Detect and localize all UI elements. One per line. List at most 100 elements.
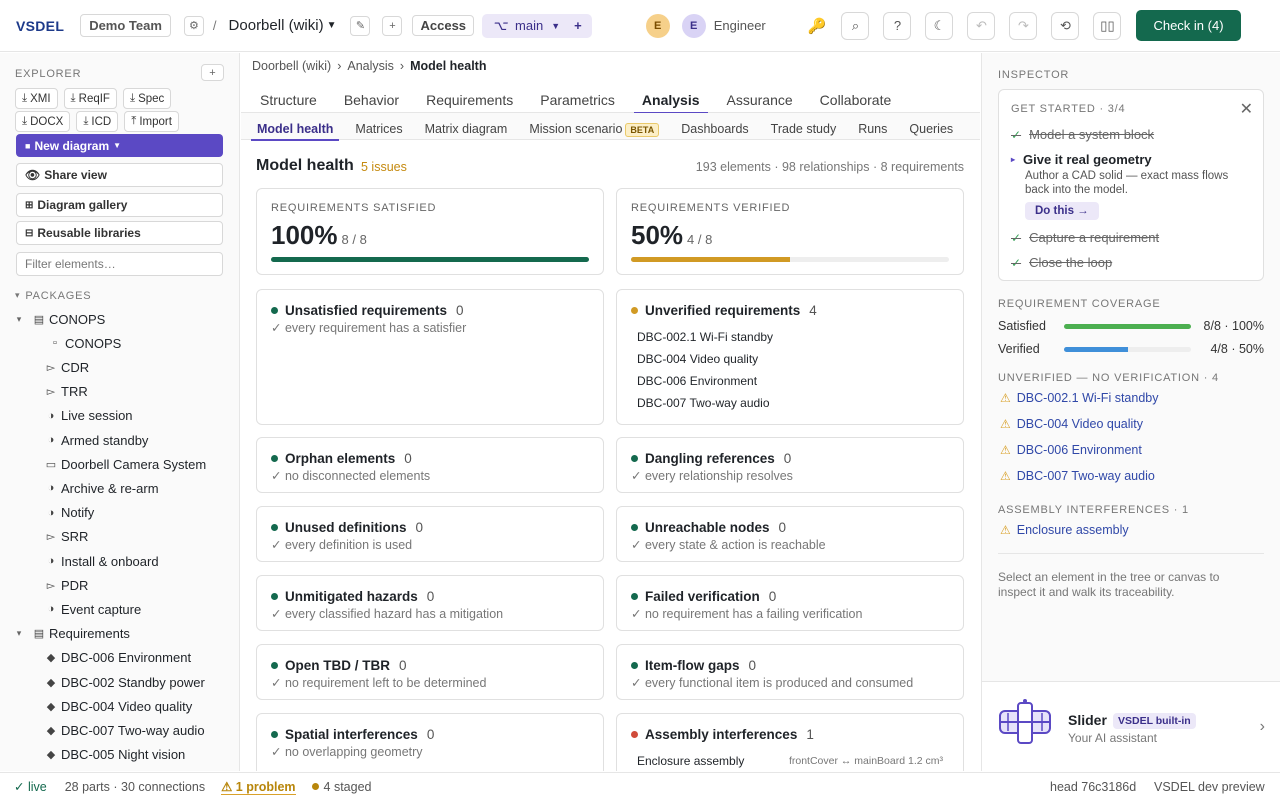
health-check-card[interactable]: Unused definitions 0 ✓ every definition is… bbox=[256, 506, 604, 562]
tree-item[interactable]: ▻ SRR bbox=[44, 527, 89, 547]
do-this-button[interactable]: Do this → bbox=[1025, 202, 1099, 220]
subtab-matrices[interactable]: Matrices bbox=[349, 113, 408, 140]
health-check-card[interactable]: Failed verification 0 ✓ no requirement has… bbox=[616, 575, 964, 631]
project-selector[interactable]: Doorbell (wiki) ▼ bbox=[229, 17, 337, 34]
health-check-card[interactable]: Unsatisfied requirements 0 ✓ every require… bbox=[256, 289, 604, 425]
tree-item[interactable]: ▫ CONOPS bbox=[48, 333, 121, 353]
import-button[interactable]: ⤒ Import bbox=[124, 111, 179, 132]
tree-item[interactable]: ◆ DBC-002 Standby power bbox=[44, 672, 205, 692]
undo-icon[interactable]: ↶ bbox=[967, 11, 996, 40]
unverified-link[interactable]: ⚠ DBC-006 Environment bbox=[1000, 443, 1142, 457]
tab-behavior[interactable]: Behavior bbox=[336, 76, 407, 113]
tab-collaborate[interactable]: Collaborate bbox=[812, 76, 900, 113]
subtab-model-health[interactable]: Model health bbox=[251, 113, 340, 141]
caret-down-icon[interactable]: ▾ bbox=[12, 628, 26, 639]
new-diagram-button[interactable]: ■ New diagram ▼ bbox=[16, 134, 223, 157]
tree-item[interactable]: ◆ DBC-004 Video quality bbox=[44, 696, 193, 716]
interference-link[interactable]: ⚠ Enclosure assembly bbox=[1000, 523, 1129, 537]
interference-item[interactable]: Enclosure assembly bbox=[637, 754, 744, 768]
book-icon[interactable]: ▯▯ bbox=[1093, 11, 1122, 40]
unverified-link[interactable]: ⚠ DBC-004 Video quality bbox=[1000, 417, 1143, 431]
health-check-card[interactable]: Item-flow gaps 0 ✓ every functional item i… bbox=[616, 644, 964, 700]
unverified-link[interactable]: ⚠ DBC-002.1 Wi-Fi standby bbox=[1000, 391, 1158, 405]
health-check-card[interactable]: Dangling references 0 ✓ every relationship… bbox=[616, 437, 964, 493]
list-item[interactable]: DBC-007 Two-way audio bbox=[637, 396, 773, 418]
team-settings-gear-icon[interactable]: ⚙ bbox=[183, 15, 204, 36]
export-reqif-button[interactable]: ⤓ ReqIF bbox=[63, 88, 117, 109]
history-icon[interactable]: ⟲ bbox=[1051, 11, 1080, 40]
list-item[interactable]: DBC-002.1 Wi-Fi standby bbox=[637, 330, 773, 352]
step-item-active[interactable]: ▸ Give it real geometry bbox=[1011, 152, 1152, 167]
tree-item[interactable]: ▭ Doorbell Camera System bbox=[44, 454, 206, 474]
export-icd-button[interactable]: ⤓ ICD bbox=[76, 111, 119, 132]
list-item[interactable]: DBC-006 Environment bbox=[637, 374, 773, 396]
assistant-card[interactable]: Slider VSDEL built-in Your AI assistant … bbox=[982, 681, 1280, 771]
tree-item[interactable]: ◑ Install & onboard bbox=[44, 551, 159, 571]
tree-item[interactable]: ▻ CDR bbox=[44, 357, 89, 377]
step-item[interactable]: ✓ Capture a requirement bbox=[1011, 230, 1159, 245]
export-spec-button[interactable]: ⤓ Spec bbox=[122, 88, 172, 109]
subtab-dashboards[interactable]: Dashboards bbox=[675, 113, 754, 140]
health-check-card[interactable]: Unmitigated hazards 0 ✓ every classified h… bbox=[256, 575, 604, 631]
subtab-mission-scenario[interactable]: Mission scenario BETA bbox=[523, 113, 665, 140]
health-check-card[interactable]: Orphan elements 0 ✓ no disconnected elemen… bbox=[256, 437, 604, 493]
team-selector[interactable]: Demo Team bbox=[80, 14, 171, 37]
health-check-card[interactable]: Assembly interferences 1 Enclosure assembl… bbox=[616, 713, 964, 771]
key-icon[interactable]: 🔑 bbox=[808, 17, 827, 35]
tree-item[interactable]: ◑ Armed standby bbox=[44, 430, 149, 450]
search-icon[interactable]: ⌕ bbox=[841, 11, 870, 40]
filter-elements-input[interactable] bbox=[16, 252, 223, 276]
tab-parametrics[interactable]: Parametrics bbox=[532, 76, 623, 113]
subtab-queries[interactable]: Queries bbox=[903, 113, 959, 140]
redo-icon[interactable]: ↷ bbox=[1009, 11, 1038, 40]
staged-indicator[interactable]: 4 staged bbox=[311, 780, 372, 794]
new-branch-plus-icon[interactable]: + bbox=[574, 18, 582, 33]
breadcrumb-item[interactable]: Analysis bbox=[347, 59, 394, 73]
caret-down-icon[interactable]: ▾ bbox=[12, 314, 26, 325]
tab-assurance[interactable]: Assurance bbox=[719, 76, 801, 113]
tree-item[interactable]: ▾ ▤ Requirements bbox=[12, 624, 130, 644]
export-xmi-button[interactable]: ⤓ XMI bbox=[15, 88, 58, 109]
subtab-matrix-diagram[interactable]: Matrix diagram bbox=[419, 113, 514, 140]
tab-analysis[interactable]: Analysis bbox=[633, 76, 708, 114]
avatar[interactable]: E bbox=[681, 13, 706, 38]
tab-requirements[interactable]: Requirements bbox=[418, 76, 521, 113]
branch-selector[interactable]: ⌥ main ▼ + bbox=[482, 13, 592, 38]
chevron-right-icon[interactable]: › bbox=[1260, 718, 1265, 736]
tree-item[interactable]: ◆ DBC-007 Two-way audio bbox=[44, 720, 205, 740]
tree-item[interactable]: ▻ PDR bbox=[44, 575, 89, 595]
tab-structure[interactable]: Structure bbox=[252, 76, 325, 113]
packages-header[interactable]: ▾ PACKAGES bbox=[15, 290, 91, 302]
export-docx-button[interactable]: ⤓ DOCX bbox=[15, 111, 71, 132]
avatar[interactable]: E bbox=[645, 13, 670, 38]
problem-indicator[interactable]: ⚠ 1 problem bbox=[221, 779, 296, 795]
health-check-card[interactable]: Open TBD / TBR 0 ✓ no requirement left to … bbox=[256, 644, 604, 700]
share-view-button[interactable]: 👁 Share view bbox=[16, 163, 223, 187]
list-item[interactable]: DBC-004 Video quality bbox=[637, 352, 773, 374]
diagram-gallery-button[interactable]: ⊞ Diagram gallery bbox=[16, 193, 223, 217]
tree-item[interactable]: ◆ DBC-006 Environment bbox=[44, 648, 191, 668]
close-icon[interactable]: ✕ bbox=[1240, 99, 1253, 119]
breadcrumb-item[interactable]: Doorbell (wiki) bbox=[252, 59, 331, 73]
subtab-trade-study[interactable]: Trade study bbox=[765, 113, 843, 140]
moon-icon[interactable]: ☾ bbox=[925, 11, 954, 40]
subtab-runs[interactable]: Runs bbox=[852, 113, 893, 140]
step-item[interactable]: ✓ Model a system block bbox=[1011, 127, 1154, 142]
tree-item[interactable]: ◑ Event capture bbox=[44, 599, 142, 619]
tree-item[interactable]: ▻ TRR bbox=[44, 382, 88, 402]
health-check-card[interactable]: Spatial interferences 0 ✓ no overlapping g… bbox=[256, 713, 604, 771]
access-button[interactable]: Access bbox=[412, 15, 475, 36]
tree-item[interactable]: ▾ ▤ CONOPS bbox=[12, 309, 106, 329]
reusable-libraries-button[interactable]: ⊟ Reusable libraries bbox=[16, 221, 223, 245]
tree-item[interactable]: ◑ Live session bbox=[44, 406, 133, 426]
help-icon[interactable]: ? bbox=[883, 11, 912, 40]
add-plus-icon[interactable]: + bbox=[382, 15, 403, 36]
step-item[interactable]: ✓ Close the loop bbox=[1011, 255, 1112, 270]
check-in-button[interactable]: Check in (4) bbox=[1136, 10, 1241, 41]
unverified-link[interactable]: ⚠ DBC-007 Two-way audio bbox=[1000, 469, 1155, 483]
tree-item[interactable]: ◑ Notify bbox=[44, 503, 95, 523]
rename-pencil-icon[interactable]: ✎ bbox=[350, 15, 371, 36]
add-element-plus-icon[interactable]: + bbox=[201, 64, 224, 81]
health-check-card[interactable]: Unreachable nodes 0 ✓ every state & action… bbox=[616, 506, 964, 562]
tree-item[interactable]: ◆ DBC-005 Night vision bbox=[44, 745, 186, 765]
